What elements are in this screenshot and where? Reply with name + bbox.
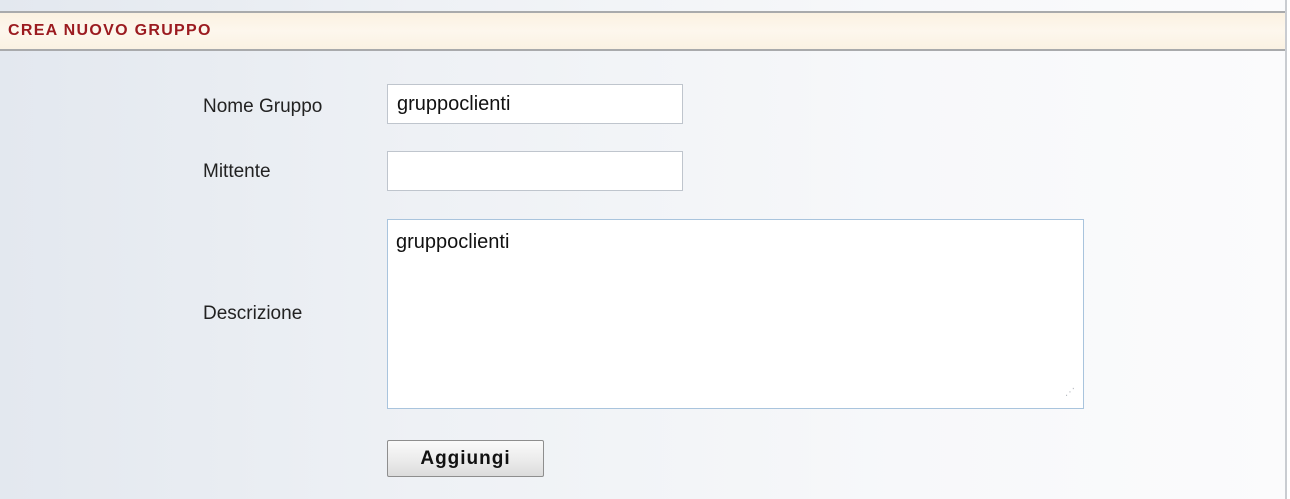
description-label: Descrizione (203, 303, 303, 324)
create-group-panel: CREA NUOVO GRUPPO Nome Gruppo Mittente D… (0, 0, 1287, 499)
panel-header: CREA NUOVO GRUPPO (0, 11, 1285, 51)
sender-input[interactable] (387, 151, 683, 191)
group-name-label: Nome Gruppo (203, 96, 323, 117)
panel-title: CREA NUOVO GRUPPO (8, 22, 212, 39)
add-button[interactable]: Aggiungi (387, 440, 544, 477)
sender-label: Mittente (203, 161, 271, 182)
description-textarea[interactable]: gruppoclienti (387, 219, 1084, 409)
group-name-input[interactable] (387, 84, 683, 124)
